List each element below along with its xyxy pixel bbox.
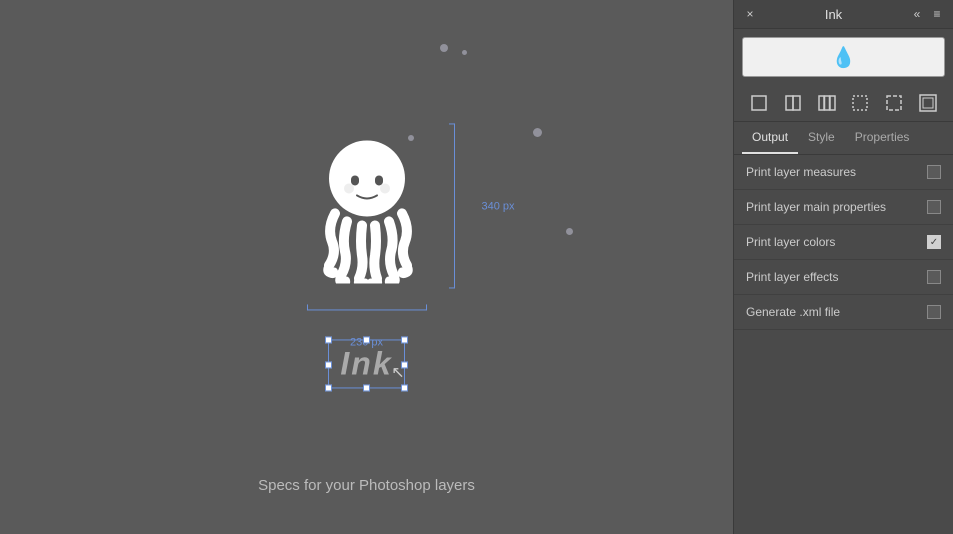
color-drop-icon: 💧 <box>831 45 856 70</box>
color-picker-area: 💧 <box>734 29 953 85</box>
option-colors-label: Print layer colors <box>746 235 927 249</box>
layout-icon-1[interactable] <box>747 91 771 115</box>
layout-icon-6[interactable] <box>916 91 940 115</box>
option-measures-checkbox[interactable] <box>927 165 941 179</box>
option-colors: Print layer colors <box>734 225 953 260</box>
close-icon[interactable]: × <box>742 6 758 22</box>
deco-dot <box>566 228 573 235</box>
option-xml-label: Generate .xml file <box>746 305 927 319</box>
artwork-container: 340 px 230 px <box>307 123 427 384</box>
tab-output[interactable]: Output <box>742 122 798 154</box>
dimension-label-vertical: 340 px <box>481 200 514 212</box>
option-effects: Print layer effects <box>734 260 953 295</box>
cursor-icon: ↖ <box>391 362 404 382</box>
collapse-icon[interactable]: « <box>909 6 925 22</box>
option-measures: Print layer measures <box>734 155 953 190</box>
layout-icon-2[interactable] <box>781 91 805 115</box>
tagline: Specs for your Photoshop layers <box>258 477 475 494</box>
panel-title: Ink <box>825 7 842 22</box>
octopus-illustration <box>307 123 427 283</box>
deco-dot <box>462 50 467 55</box>
handle-tr <box>401 336 408 343</box>
handle-bl <box>325 384 332 391</box>
option-main-properties: Print layer main properties <box>734 190 953 225</box>
layout-icon-3[interactable] <box>815 91 839 115</box>
dimension-line-horizontal: 230 px <box>307 309 427 310</box>
panel-header-left-icons: × <box>742 6 758 22</box>
layout-icons-row <box>734 85 953 122</box>
logo-text-wrapper[interactable]: Ink ↖ <box>332 343 400 384</box>
tab-properties[interactable]: Properties <box>845 122 920 154</box>
layout-icon-5[interactable] <box>882 91 906 115</box>
menu-icon[interactable]: ≡ <box>929 6 945 22</box>
color-bar[interactable]: 💧 <box>742 37 945 77</box>
canvas: 340 px 230 px <box>0 0 733 534</box>
option-xml: Generate .xml file <box>734 295 953 330</box>
layout-icon-4[interactable] <box>848 91 872 115</box>
panel-header-right-icons: « ≡ <box>909 6 945 22</box>
option-xml-checkbox[interactable] <box>927 305 941 319</box>
handle-tl <box>325 336 332 343</box>
option-effects-label: Print layer effects <box>746 270 927 284</box>
dimension-line-vertical: 340 px <box>454 123 455 288</box>
handle-bm <box>363 384 370 391</box>
deco-dot <box>533 128 542 137</box>
option-colors-checkbox[interactable] <box>927 235 941 249</box>
deco-dot <box>440 44 448 52</box>
option-main-properties-checkbox[interactable] <box>927 200 941 214</box>
option-effects-checkbox[interactable] <box>927 270 941 284</box>
options-list: Print layer measures Print layer main pr… <box>734 155 953 534</box>
handle-br <box>401 384 408 391</box>
option-main-properties-label: Print layer main properties <box>746 200 927 214</box>
octopus-wrapper: 340 px 230 px <box>307 123 427 288</box>
handle-ml <box>325 361 332 368</box>
option-measures-label: Print layer measures <box>746 165 927 179</box>
panel: × Ink « ≡ 💧 Outp <box>733 0 953 534</box>
tabs-row: Output Style Properties <box>734 122 953 155</box>
panel-header: × Ink « ≡ <box>734 0 953 29</box>
tab-style[interactable]: Style <box>798 122 845 154</box>
